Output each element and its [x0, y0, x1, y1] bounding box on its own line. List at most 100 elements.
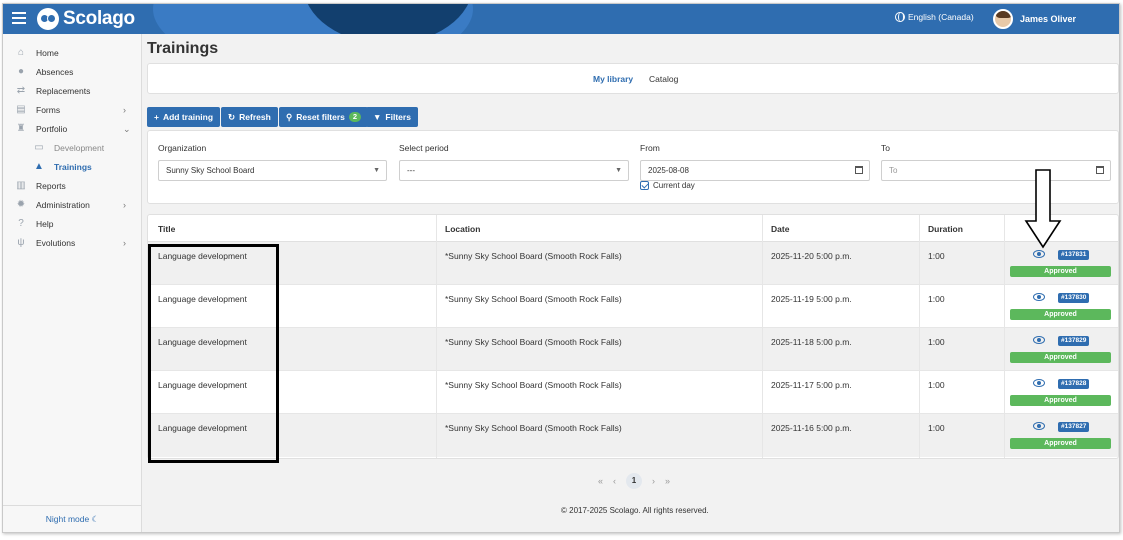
- hamburger-menu-icon[interactable]: [12, 12, 26, 24]
- cell-date: 2025-11-17 5:00 p.m.: [771, 380, 852, 390]
- to-date-field[interactable]: To: [881, 160, 1111, 181]
- sidebar-item-replacements[interactable]: ⇄ Replacements: [3, 82, 142, 100]
- period-select[interactable]: --- ▼: [399, 160, 629, 181]
- table-row[interactable]: Language development *Sunny Sky School B…: [148, 285, 1118, 328]
- cell-duration: 1:00: [928, 294, 945, 304]
- table-row[interactable]: Language development *Sunny Sky School B…: [148, 414, 1118, 457]
- column-header-location[interactable]: Location: [445, 224, 480, 234]
- sidebar-item-administration[interactable]: ✹ Administration ›: [3, 196, 142, 214]
- status-badge: Approved: [1010, 438, 1111, 449]
- next-page-icon[interactable]: ›: [652, 476, 655, 486]
- from-date-field[interactable]: 2025-08-08: [640, 160, 870, 181]
- app-logo[interactable]: Scolago: [37, 6, 135, 32]
- chevron-right-icon: ›: [123, 105, 126, 115]
- plus-icon: +: [154, 112, 159, 122]
- last-page-icon[interactable]: »: [665, 476, 670, 486]
- user-menu[interactable]: James Oliver: [993, 9, 1076, 29]
- reset-filters-button[interactable]: ⚲ Reset filters 2: [279, 107, 369, 127]
- certificate-icon: ▭: [34, 142, 44, 153]
- calendar-icon[interactable]: [855, 166, 863, 174]
- column-header-date[interactable]: Date: [771, 224, 789, 234]
- refresh-label: Refresh: [239, 112, 271, 122]
- sidebar-item-help[interactable]: ? Help: [3, 215, 142, 233]
- filter-panel: Organization Sunny Sky School Board ▼ Se…: [147, 130, 1119, 204]
- language-selector[interactable]: English (Canada): [895, 12, 974, 22]
- training-id-tag[interactable]: #137827: [1058, 422, 1090, 432]
- cell-duration: 1:00: [928, 251, 945, 261]
- sidebar-item-label: Evolutions: [36, 238, 76, 248]
- sidebar-item-label: Portfolio: [36, 124, 68, 134]
- from-label: From: [640, 143, 660, 153]
- current-page[interactable]: 1: [626, 473, 643, 489]
- home-icon: ⌂: [17, 47, 25, 58]
- sidebar-item-label: Replacements: [36, 86, 91, 96]
- chevron-right-icon: ›: [123, 200, 126, 210]
- logo-text: Scolago: [63, 8, 135, 29]
- table-row[interactable]: Language development *Sunny Sky School B…: [148, 328, 1118, 371]
- cell-duration: 1:00: [928, 423, 945, 433]
- view-eye-icon[interactable]: [1033, 379, 1045, 387]
- cell-location: *Sunny Sky School Board (Smooth Rock Fal…: [445, 294, 622, 304]
- add-training-button[interactable]: + Add training: [147, 107, 221, 127]
- table-header: Title Location Date Duration: [148, 215, 1118, 242]
- organization-select[interactable]: Sunny Sky School Board ▼: [158, 160, 387, 181]
- sidebar-item-portfolio[interactable]: ♜ Portfolio ⌄: [3, 120, 142, 138]
- document-icon: ▤: [16, 104, 26, 115]
- sidebar-item-label: Development: [54, 143, 105, 153]
- cell-location: *Sunny Sky School Board (Smooth Rock Fal…: [445, 423, 622, 433]
- training-id-tag[interactable]: #137830: [1058, 293, 1090, 303]
- cell-location: *Sunny Sky School Board (Smooth Rock Fal…: [445, 380, 622, 390]
- column-divider: [919, 215, 920, 458]
- question-icon: ?: [18, 218, 24, 229]
- sidebar-item-development[interactable]: ▭ Development: [3, 139, 142, 157]
- to-label: To: [881, 143, 890, 153]
- view-eye-icon[interactable]: [1033, 336, 1045, 344]
- view-eye-icon[interactable]: [1033, 293, 1045, 301]
- sidebar-item-home[interactable]: ⌂ Home: [3, 44, 142, 62]
- avatar: [993, 9, 1013, 29]
- sidebar-item-evolutions[interactable]: ψ Evolutions ›: [3, 234, 142, 252]
- person-clock-icon: ●: [17, 66, 25, 77]
- training-id-tag[interactable]: #137829: [1058, 336, 1090, 346]
- training-id-tag[interactable]: #137831: [1058, 250, 1090, 260]
- period-value: ---: [407, 166, 415, 175]
- sidebar-item-absences[interactable]: ● Absences: [3, 63, 142, 81]
- night-mode-toggle[interactable]: Night mode ☾: [3, 505, 142, 532]
- column-header-duration[interactable]: Duration: [928, 224, 963, 234]
- globe-icon: [895, 12, 905, 22]
- cell-location: *Sunny Sky School Board (Smooth Rock Fal…: [445, 337, 622, 347]
- column-header-title[interactable]: Title: [158, 224, 175, 234]
- column-divider: [436, 215, 437, 458]
- previous-page-icon[interactable]: ‹: [613, 476, 616, 486]
- cell-title: Language development: [158, 423, 247, 433]
- view-eye-icon[interactable]: [1033, 250, 1045, 258]
- tab-catalog[interactable]: Catalog: [649, 74, 678, 84]
- sidebar-item-label: Home: [36, 48, 59, 58]
- current-day-checkbox[interactable]: [640, 181, 649, 190]
- app-window: Scolago English (Canada) James Oliver ⌂ …: [2, 3, 1120, 533]
- organization-label: Organization: [158, 143, 207, 153]
- status-badge: Approved: [1010, 395, 1111, 406]
- reset-filters-label: Reset filters: [296, 112, 345, 122]
- view-eye-icon[interactable]: [1033, 422, 1045, 430]
- calendar-icon[interactable]: [1096, 166, 1104, 174]
- chevron-down-icon: ⌄: [123, 123, 131, 134]
- from-date-value: 2025-08-08: [648, 166, 689, 175]
- refresh-button[interactable]: ↻ Refresh: [221, 107, 278, 127]
- add-training-label: Add training: [162, 112, 214, 122]
- filters-button[interactable]: ▼ Filters: [366, 107, 418, 127]
- current-day-option[interactable]: Current day: [640, 181, 695, 190]
- sidebar-item-label: Forms: [36, 105, 61, 115]
- table-row[interactable]: Language development *Sunny Sky School B…: [148, 371, 1118, 414]
- sidebar-item-reports[interactable]: ▥ Reports: [3, 177, 142, 195]
- tab-my-library[interactable]: My library: [593, 74, 633, 84]
- sidebar-item-trainings[interactable]: ▲ Trainings: [3, 158, 142, 176]
- training-id-tag[interactable]: #137828: [1058, 379, 1090, 389]
- table-row[interactable]: Language development *Sunny Sky School B…: [148, 242, 1118, 285]
- chevron-right-icon: ›: [123, 238, 126, 248]
- first-page-icon[interactable]: «: [598, 476, 603, 486]
- user-name: James Oliver: [1020, 14, 1077, 24]
- trainings-table: Title Location Date Duration Language de…: [147, 214, 1119, 459]
- current-day-label: Current day: [653, 181, 695, 190]
- sidebar-item-forms[interactable]: ▤ Forms ›: [3, 101, 142, 119]
